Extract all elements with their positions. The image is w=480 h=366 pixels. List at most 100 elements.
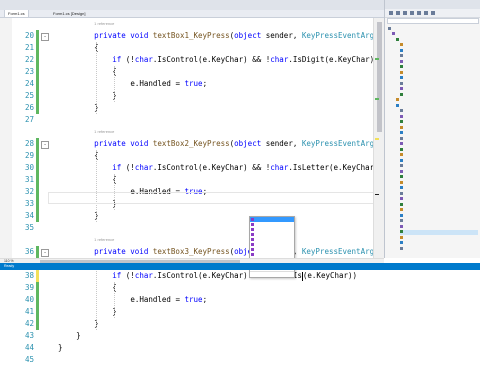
code-line[interactable]: 39{ xyxy=(0,282,384,294)
codelens-references[interactable]: 1 reference xyxy=(94,234,114,246)
codelens-references[interactable]: 1 reference xyxy=(94,18,114,30)
file-icon xyxy=(400,65,403,69)
line-number: 32 xyxy=(24,187,34,196)
solution-tree-item[interactable] xyxy=(400,208,478,213)
solution-tree-item[interactable] xyxy=(400,180,478,185)
solution-tree-item[interactable] xyxy=(396,37,478,42)
collapse-toggle-icon[interactable]: - xyxy=(41,33,49,41)
change-indicator xyxy=(36,186,39,198)
code-line[interactable]: 40 e.Handled = true; xyxy=(0,294,384,306)
solution-tree-item[interactable] xyxy=(400,43,478,48)
method-icon xyxy=(251,218,254,221)
solution-tree-item[interactable] xyxy=(400,158,478,163)
code-line[interactable]: 20 private void textBox1_KeyPress(object … xyxy=(0,30,392,42)
solution-tree-item[interactable] xyxy=(400,224,478,229)
solution-tree-item[interactable] xyxy=(392,32,478,37)
solution-tree-item[interactable] xyxy=(400,125,478,130)
line-number: 42 xyxy=(24,319,34,328)
tab-form1-design[interactable]: Form1.cs [Design] xyxy=(50,10,88,17)
solution-tree-item[interactable] xyxy=(400,235,478,240)
code-line[interactable]: 35 xyxy=(0,222,384,234)
solution-tree-item[interactable] xyxy=(400,241,478,246)
code-line[interactable]: 22 if (!char.IsControl(e.KeyChar) && !cha… xyxy=(0,54,384,66)
change-indicator xyxy=(36,102,39,114)
code-line[interactable]: 29{ xyxy=(0,150,384,162)
solution-tree-item[interactable] xyxy=(400,219,478,224)
collapse-icon[interactable] xyxy=(424,11,428,15)
code-editor[interactable]: 1 reference 20 private void textBox1_KeyPr… xyxy=(0,18,392,364)
solution-tree-item[interactable] xyxy=(396,103,478,108)
codelens-references[interactable]: 1 reference xyxy=(94,126,114,138)
code-line[interactable]: 1 reference xyxy=(0,126,384,138)
file-icon xyxy=(400,48,403,52)
solution-tree-item[interactable] xyxy=(400,48,478,53)
code-line[interactable]: 1 reference xyxy=(0,234,384,246)
solution-tree-item[interactable] xyxy=(400,136,478,141)
solution-tree-item[interactable] xyxy=(400,131,478,136)
code-line[interactable]: 34} xyxy=(0,210,384,222)
code-line[interactable]: 31{ xyxy=(0,174,384,186)
sync-icon[interactable] xyxy=(410,11,414,15)
file-icon xyxy=(396,98,399,102)
solution-tree-item[interactable] xyxy=(400,65,478,70)
code-line[interactable]: 21{ xyxy=(0,42,384,54)
properties-icon[interactable] xyxy=(431,11,435,15)
solution-tree-item[interactable] xyxy=(400,246,478,251)
file-icon xyxy=(400,59,403,63)
code-line[interactable]: 45 xyxy=(0,354,384,366)
solution-tree-item[interactable] xyxy=(400,164,478,169)
solution-tree-item[interactable] xyxy=(400,229,478,235)
tab-form1-code[interactable]: Form1.cs xyxy=(4,10,29,17)
code-line[interactable]: 30 if (!char.IsControl(e.KeyChar) && !cha… xyxy=(0,162,384,174)
collapse-toggle-icon[interactable]: - xyxy=(41,141,49,149)
solution-search-input[interactable] xyxy=(387,18,479,24)
solution-tree-item[interactable] xyxy=(400,191,478,196)
solution-tree-item[interactable] xyxy=(400,54,478,59)
solution-tree-item[interactable] xyxy=(400,109,478,114)
home-icon[interactable] xyxy=(403,11,407,15)
code-text: if (!char.IsControl(e.KeyChar) && !char.… xyxy=(112,162,383,174)
solution-tree-item[interactable] xyxy=(400,114,478,119)
solution-tree-item[interactable] xyxy=(400,142,478,147)
solution-tree-item[interactable] xyxy=(396,98,478,103)
code-line[interactable]: 27 xyxy=(0,114,384,126)
code-line[interactable]: 24 e.Handled = true; xyxy=(0,78,384,90)
solution-tree-item[interactable] xyxy=(400,87,478,92)
code-line[interactable]: 43} xyxy=(0,330,384,342)
code-line[interactable]: 36 private void textBox3_KeyPress(object … xyxy=(0,246,392,258)
code-line[interactable]: 44} xyxy=(0,342,384,354)
solution-tree-item[interactable] xyxy=(400,147,478,152)
file-icon xyxy=(400,158,403,162)
intellisense-filter-bar[interactable] xyxy=(250,271,294,277)
code-line[interactable]: 28 private void textBox2_KeyPress(object … xyxy=(0,138,392,150)
collapse-toggle-icon[interactable]: - xyxy=(41,249,49,257)
code-line[interactable]: 1 reference xyxy=(0,18,384,30)
solution-tree-item[interactable] xyxy=(400,197,478,202)
solution-tree-item[interactable] xyxy=(400,59,478,64)
code-line[interactable]: 23{ xyxy=(0,66,384,78)
solution-tree-item[interactable] xyxy=(400,186,478,191)
solution-tree-item[interactable] xyxy=(400,120,478,125)
solution-tree-item[interactable] xyxy=(400,153,478,158)
code-token: ; xyxy=(202,295,208,304)
back-icon[interactable] xyxy=(389,11,393,15)
code-line[interactable]: 41} xyxy=(0,306,384,318)
solution-tree-item[interactable] xyxy=(400,213,478,218)
code-line[interactable]: 25} xyxy=(0,90,384,102)
code-line[interactable]: 42} xyxy=(0,318,384,330)
scrollbar-thumb[interactable] xyxy=(377,22,382,132)
solution-tree-item[interactable] xyxy=(388,26,478,31)
code-line[interactable]: 26} xyxy=(0,102,384,114)
solution-tree-item[interactable] xyxy=(400,76,478,81)
solution-tree-item[interactable] xyxy=(400,92,478,97)
code-line[interactable]: 38 if (!char.IsControl(e.KeyChar) && !cha… xyxy=(0,270,384,282)
refresh-icon[interactable] xyxy=(417,11,421,15)
code-token: KeyPressEventArgs xyxy=(301,31,384,40)
document-tab-bar: Form1.cs Form1.cs [Design] xyxy=(0,10,384,18)
solution-tree-item[interactable] xyxy=(400,169,478,174)
solution-tree-item[interactable] xyxy=(400,202,478,207)
solution-tree-item[interactable] xyxy=(400,70,478,75)
solution-tree-item[interactable] xyxy=(400,81,478,86)
solution-tree-item[interactable] xyxy=(400,175,478,180)
forward-icon[interactable] xyxy=(396,11,400,15)
